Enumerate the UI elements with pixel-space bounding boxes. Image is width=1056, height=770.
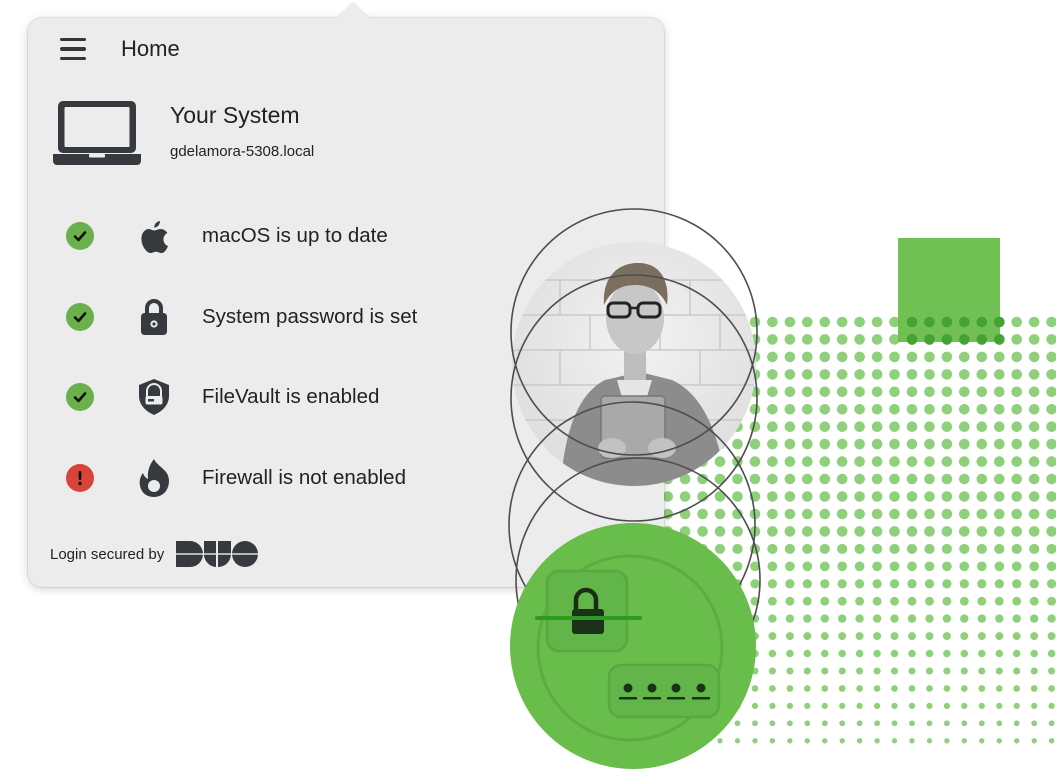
pattern-dot xyxy=(994,334,1005,345)
pattern-dot xyxy=(924,316,935,328)
person-with-tablet-photo xyxy=(512,242,756,486)
pattern-dot xyxy=(941,334,953,345)
pattern-dot xyxy=(959,316,970,328)
pattern-dot xyxy=(906,316,918,328)
pattern-dot xyxy=(959,334,970,345)
pattern-dot xyxy=(941,316,953,328)
pattern-dot xyxy=(906,334,918,345)
pattern-dot xyxy=(994,316,1005,328)
pattern-dot xyxy=(976,316,988,328)
pattern-dot xyxy=(924,334,935,345)
green-security-badge xyxy=(510,523,756,769)
pattern-dot xyxy=(976,334,988,345)
security-illustration xyxy=(508,208,1005,769)
